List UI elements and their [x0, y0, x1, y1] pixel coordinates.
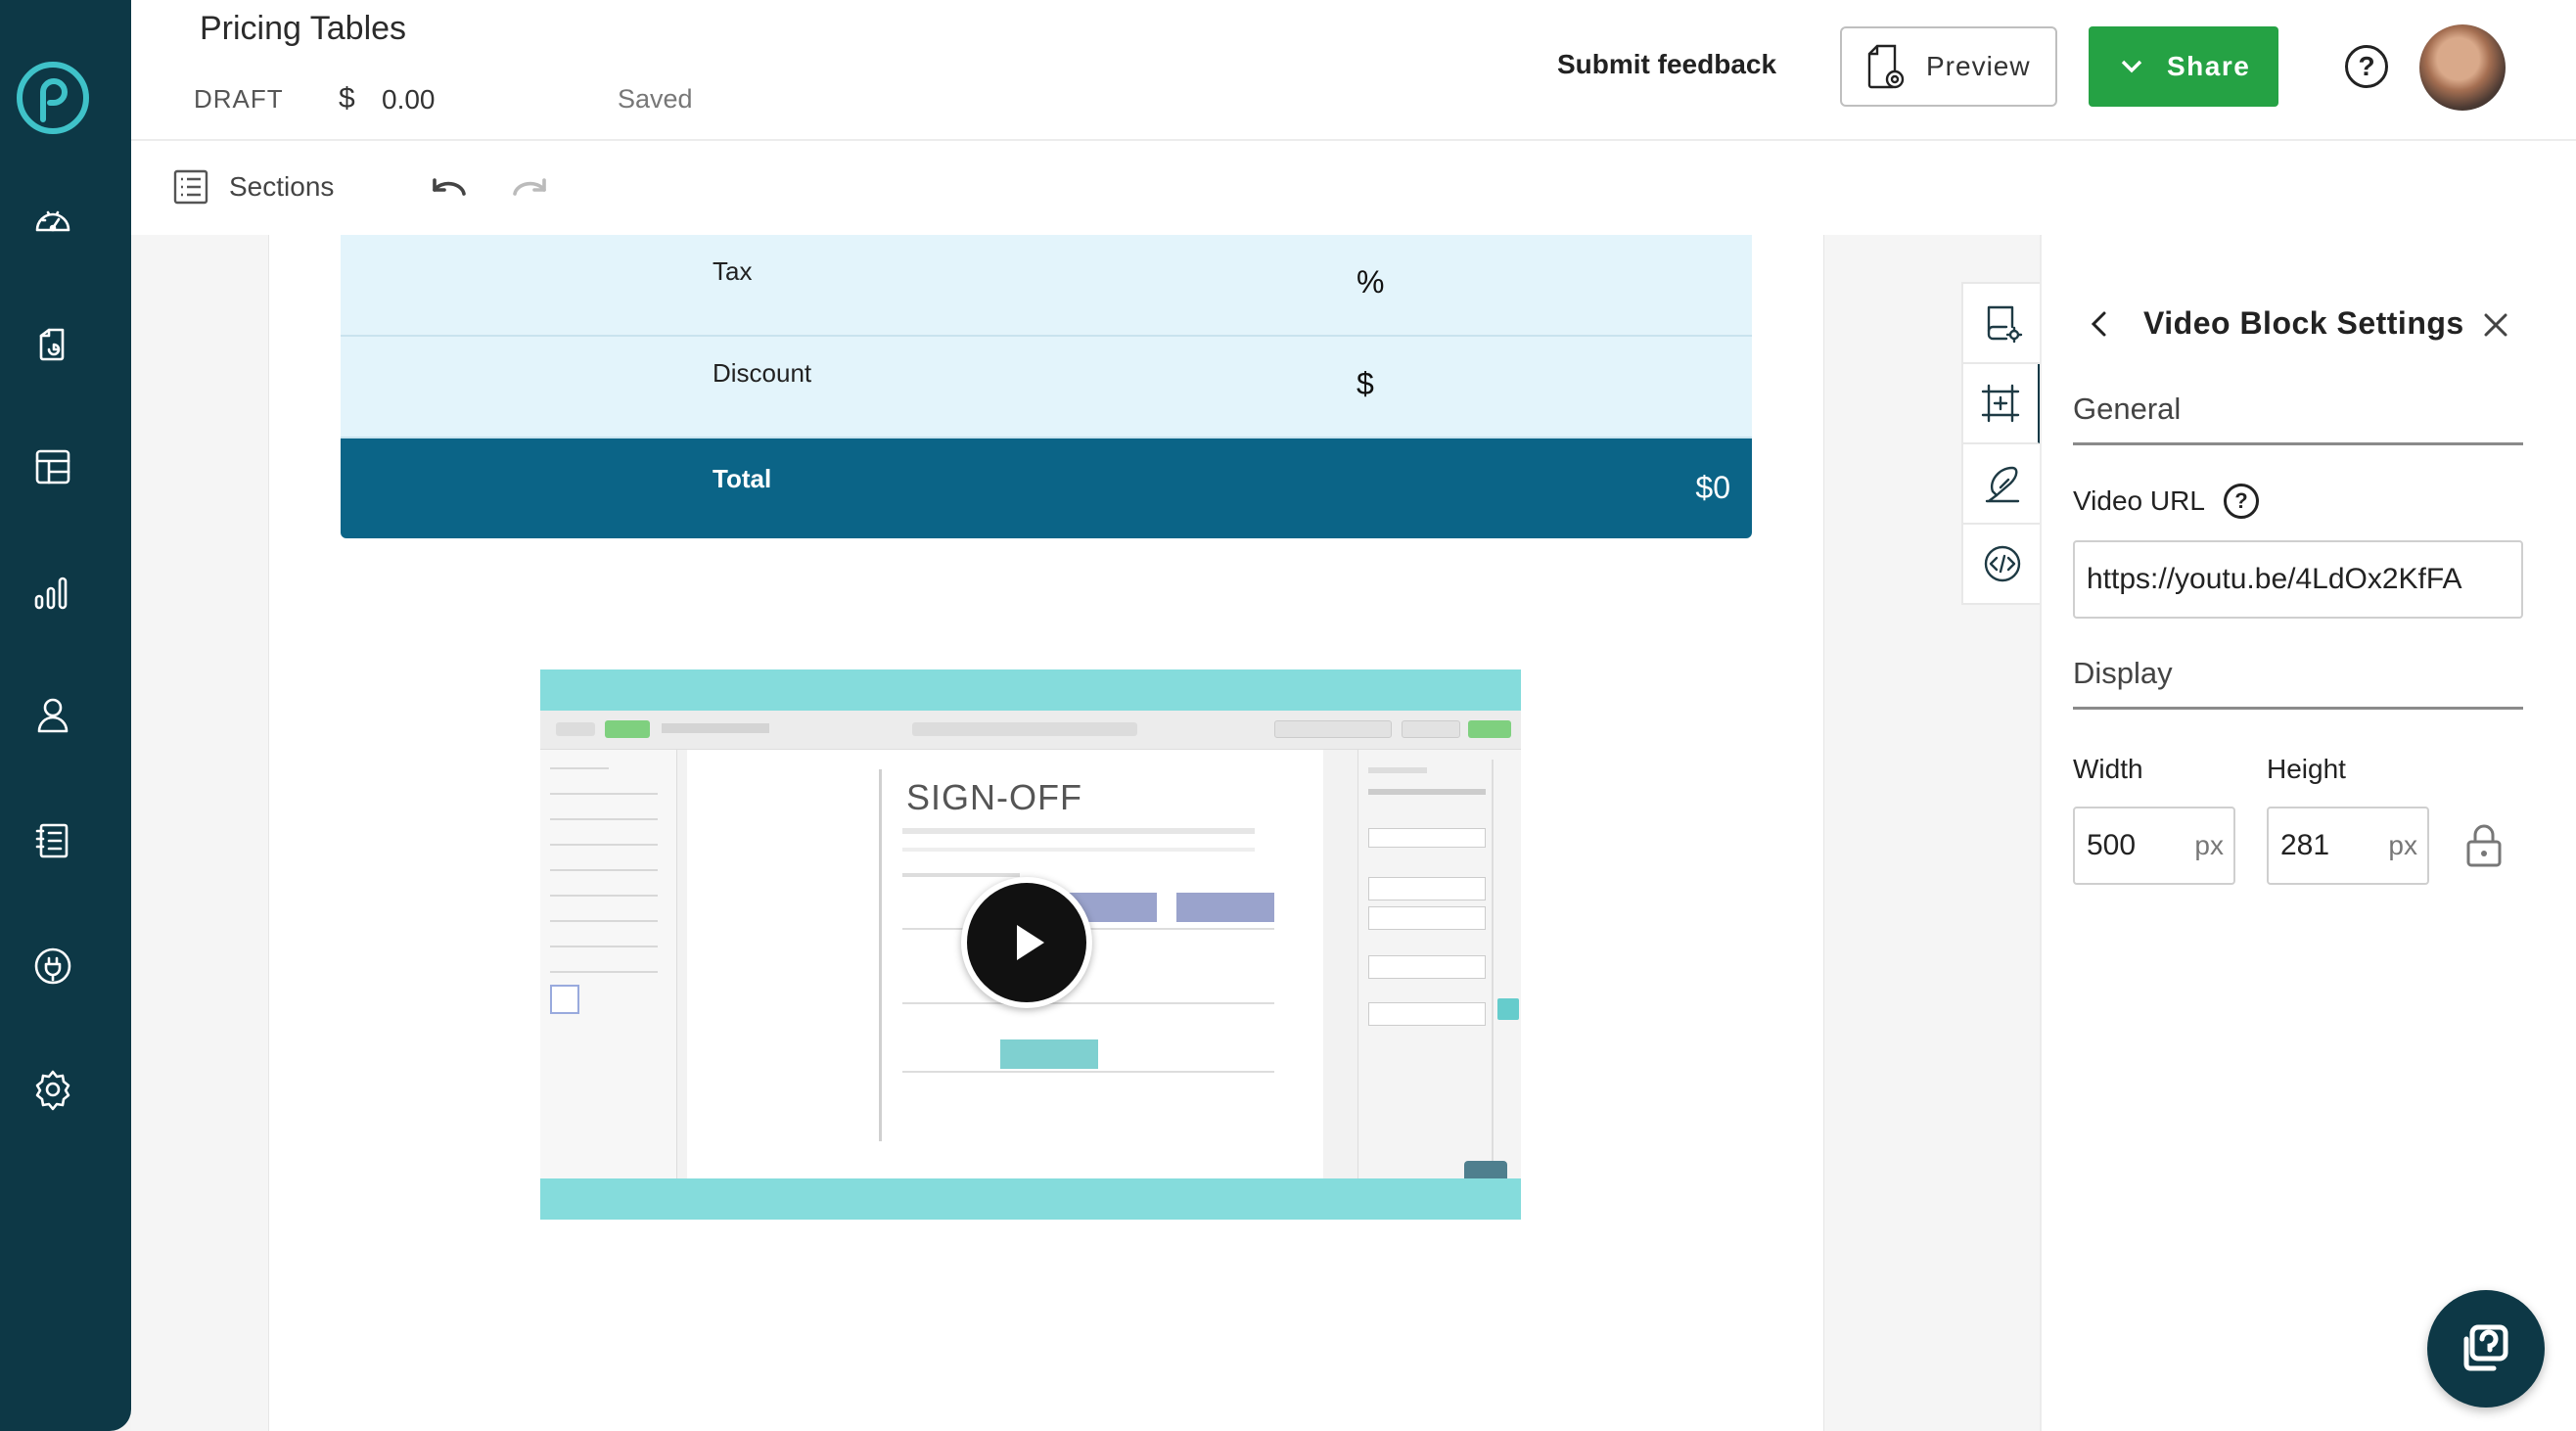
- row-label-tax: Tax: [713, 256, 753, 286]
- close-icon[interactable]: [2480, 309, 2511, 341]
- table-row[interactable]: Tax %: [341, 235, 1752, 337]
- display-section-header[interactable]: Display: [2073, 656, 2523, 710]
- play-icon[interactable]: [961, 877, 1092, 1008]
- help-icon[interactable]: ?: [2224, 484, 2259, 519]
- sections-label: Sections: [229, 171, 335, 202]
- chat-support-icon[interactable]: [2427, 1290, 2545, 1408]
- sections-list-icon: [173, 169, 208, 205]
- dashboard-icon[interactable]: [28, 196, 77, 245]
- video-settings-panel: Video Block Settings General Video URL ?…: [2040, 235, 2576, 1431]
- share-button[interactable]: Share: [2089, 26, 2278, 107]
- settings-icon[interactable]: [28, 1065, 77, 1114]
- catalog-icon[interactable]: [28, 816, 77, 865]
- width-input[interactable]: [2075, 808, 2183, 883]
- preview-label: Preview: [1926, 51, 2031, 81]
- pandadoc-logo[interactable]: [14, 59, 92, 137]
- thumbnail-toolbar: [540, 711, 1521, 750]
- row-value-tax: %: [1357, 264, 1385, 300]
- integrations-icon[interactable]: [28, 942, 77, 991]
- editor-toolbar: Sections: [131, 141, 2576, 235]
- width-label: Width: [2073, 754, 2143, 784]
- row-value-discount: $: [1357, 366, 1374, 401]
- video-block[interactable]: SIGN-OFF: [540, 669, 1521, 1220]
- preview-button[interactable]: Preview: [1840, 26, 2057, 107]
- contacts-icon[interactable]: [28, 691, 77, 740]
- sidebar: [0, 0, 131, 1431]
- top-header: Pricing Tables DRAFT $ 0.00 Saved Submit…: [131, 0, 2576, 141]
- video-url-input[interactable]: [2073, 540, 2523, 619]
- status-badge: DRAFT: [194, 84, 284, 114]
- embedded-video-title: SIGN-OFF: [906, 777, 1082, 817]
- sections-button[interactable]: Sections: [172, 168, 334, 206]
- undo-icon[interactable]: [427, 170, 470, 206]
- documents-icon[interactable]: [28, 319, 77, 368]
- document-title[interactable]: Pricing Tables: [200, 10, 406, 48]
- preview-icon: [1867, 44, 1905, 89]
- panel-tabs: [1961, 282, 2042, 605]
- share-label: Share: [2167, 51, 2251, 81]
- height-unit: px: [2388, 830, 2417, 860]
- redo-icon[interactable]: [509, 170, 552, 206]
- aspect-lock-icon[interactable]: [2464, 822, 2504, 869]
- total-label: Total: [713, 464, 772, 493]
- thumbnail-fields: [1357, 750, 1521, 1178]
- reports-icon[interactable]: [28, 568, 77, 617]
- submit-feedback-link[interactable]: Submit feedback: [1557, 49, 1776, 80]
- templates-icon[interactable]: [28, 442, 77, 491]
- embed-code-icon[interactable]: [1963, 525, 2042, 605]
- width-field[interactable]: px: [2073, 807, 2235, 885]
- general-section-header[interactable]: General: [2073, 392, 2523, 445]
- currency-symbol: $: [339, 82, 355, 115]
- panel-title: Video Block Settings: [2143, 305, 2464, 341]
- total-value: $0: [1695, 470, 1730, 505]
- height-field[interactable]: px: [2267, 807, 2429, 885]
- document-amount: 0.00: [382, 84, 436, 115]
- height-label: Height: [2267, 754, 2346, 784]
- video-url-label: Video URL: [2073, 485, 2205, 516]
- table-row[interactable]: Discount $: [341, 337, 1752, 439]
- add-block-icon[interactable]: [1963, 364, 2042, 444]
- width-unit: px: [2194, 830, 2224, 860]
- help-icon[interactable]: ?: [2345, 45, 2388, 88]
- user-avatar[interactable]: [2419, 24, 2506, 111]
- chevron-left-icon[interactable]: [2085, 309, 2114, 339]
- signature-icon[interactable]: [1963, 444, 2042, 525]
- chevron-down-icon: [2121, 60, 2142, 73]
- height-input[interactable]: [2269, 808, 2376, 883]
- total-row[interactable]: Total $0: [341, 439, 1752, 538]
- row-label-discount: Discount: [713, 358, 812, 388]
- save-status: Saved: [618, 84, 693, 114]
- thumbnail-sections: [540, 750, 677, 1178]
- pricing-table[interactable]: Tax % Discount $ Total $0: [341, 235, 1752, 538]
- document-settings-icon[interactable]: [1963, 284, 2042, 364]
